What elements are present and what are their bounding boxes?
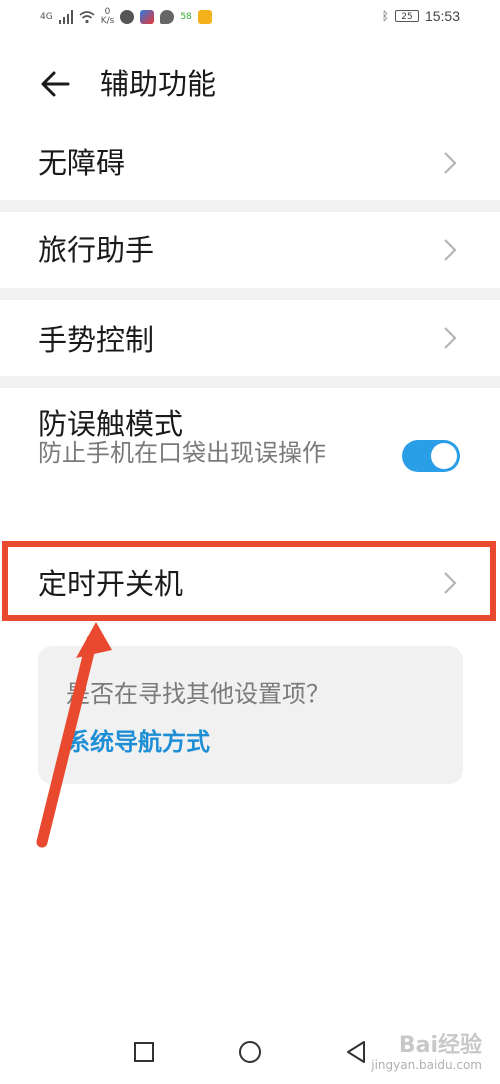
row-accessibility[interactable]: 无障碍 bbox=[0, 126, 500, 200]
pocket-mode-toggle[interactable] bbox=[402, 440, 460, 472]
status-bar: 4G 0 K/s 58 ᛒ 25 15:53 bbox=[0, 0, 500, 40]
system-navigation-link[interactable]: 系统导航方式 bbox=[66, 726, 210, 758]
back-button[interactable] bbox=[36, 64, 76, 104]
row-label: 无障碍 bbox=[38, 146, 126, 180]
row-label: 手势控制 bbox=[38, 323, 155, 357]
row-travel-assistant[interactable]: 旅行助手 bbox=[0, 212, 500, 288]
app-icon bbox=[140, 10, 155, 24]
divider bbox=[0, 288, 500, 300]
toggle-knob bbox=[431, 443, 457, 469]
back-arrow-icon bbox=[41, 71, 70, 97]
wechat-icon bbox=[120, 10, 135, 24]
clock: 15:53 bbox=[424, 8, 460, 24]
row-subtitle: 防止手机在口袋出现误操作 bbox=[38, 439, 326, 467]
chevron-right-icon bbox=[444, 239, 457, 261]
header: 辅助功能 bbox=[0, 60, 500, 108]
network-type: 4G bbox=[40, 11, 53, 22]
message-icon bbox=[160, 10, 175, 24]
chevron-right-icon bbox=[444, 152, 457, 174]
watermark: Bai经验 jingyan.baidu.com bbox=[371, 1033, 482, 1073]
back-triangle-icon[interactable] bbox=[342, 1038, 370, 1066]
battery-icon: 25 bbox=[394, 10, 419, 22]
divider bbox=[0, 200, 500, 212]
status-left: 4G 0 K/s 58 bbox=[40, 8, 212, 26]
app-badge: 58 bbox=[180, 11, 192, 22]
status-right: ᛒ 25 15:53 bbox=[382, 8, 460, 24]
home-circle-icon[interactable] bbox=[236, 1038, 264, 1066]
recents-square-icon[interactable] bbox=[130, 1038, 158, 1066]
row-gesture-control[interactable]: 手势控制 bbox=[0, 300, 500, 376]
watermark-url: jingyan.baidu.com bbox=[371, 1058, 482, 1072]
signal-icon bbox=[58, 10, 73, 24]
wifi-icon bbox=[79, 11, 95, 24]
annotation-highlight-box bbox=[2, 541, 496, 621]
page-title: 辅助功能 bbox=[100, 67, 217, 101]
divider bbox=[0, 376, 500, 388]
suggestion-question: 是否在寻找其他设置项？ bbox=[66, 680, 330, 708]
row-label: 旅行助手 bbox=[38, 233, 155, 267]
watermark-logo: Bai经验 bbox=[398, 1033, 482, 1058]
notification-icon bbox=[197, 10, 212, 24]
row-pocket-mode: 防误触模式 防止手机在口袋出现误操作 bbox=[0, 388, 500, 528]
network-speed: 0 K/s bbox=[100, 7, 115, 26]
bluetooth-icon: ᛒ bbox=[381, 9, 389, 23]
chevron-right-icon bbox=[444, 327, 457, 349]
navigation-bar: Bai经验 jingyan.baidu.com bbox=[0, 1020, 500, 1084]
suggestion-card: 是否在寻找其他设置项？ 系统导航方式 bbox=[38, 646, 463, 784]
